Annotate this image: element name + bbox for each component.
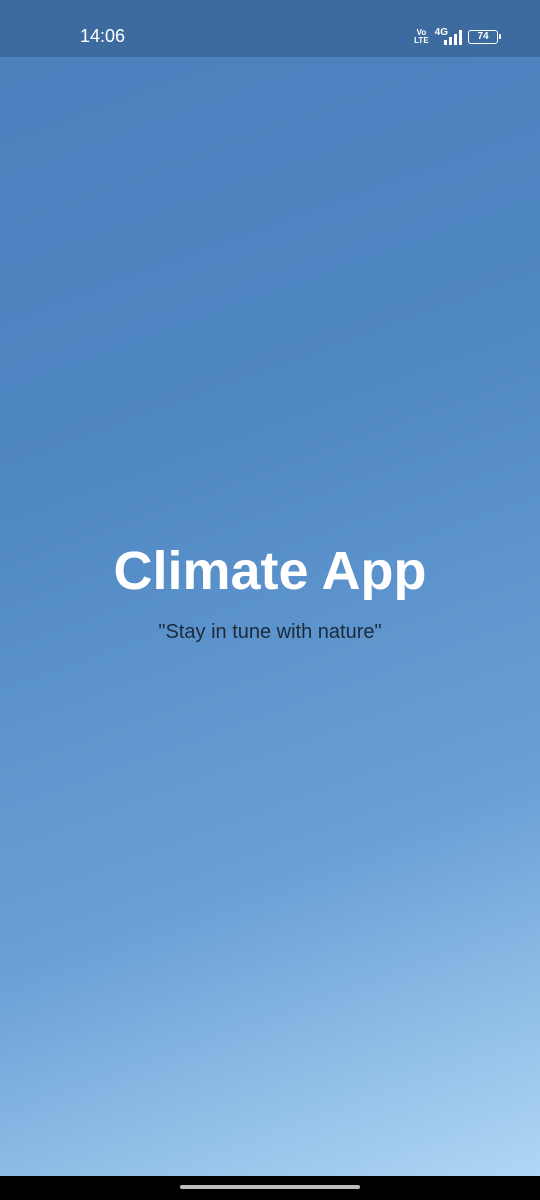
battery-icon: 74: [468, 30, 501, 44]
battery-level: 74: [477, 31, 489, 42]
app-tagline: "Stay in tune with nature": [158, 621, 382, 643]
navigation-bar: [0, 1176, 540, 1200]
volte-icon: Vo LTE: [414, 29, 429, 45]
app-title: Climate App: [113, 541, 427, 601]
splash-screen: 14:06 Vo LTE 4G 74 Climate App "Stay in …: [0, 0, 540, 1200]
splash-hero: Climate App "Stay in tune with nature": [0, 536, 540, 646]
volte-bottom-label: LTE: [414, 36, 429, 45]
status-bar: 14:06 Vo LTE 4G 74: [0, 0, 540, 57]
home-indicator[interactable]: [180, 1185, 360, 1189]
status-icons: Vo LTE 4G 74: [414, 26, 501, 48]
network-type-label: 4G: [434, 27, 448, 38]
status-time: 14:06: [80, 26, 126, 46]
